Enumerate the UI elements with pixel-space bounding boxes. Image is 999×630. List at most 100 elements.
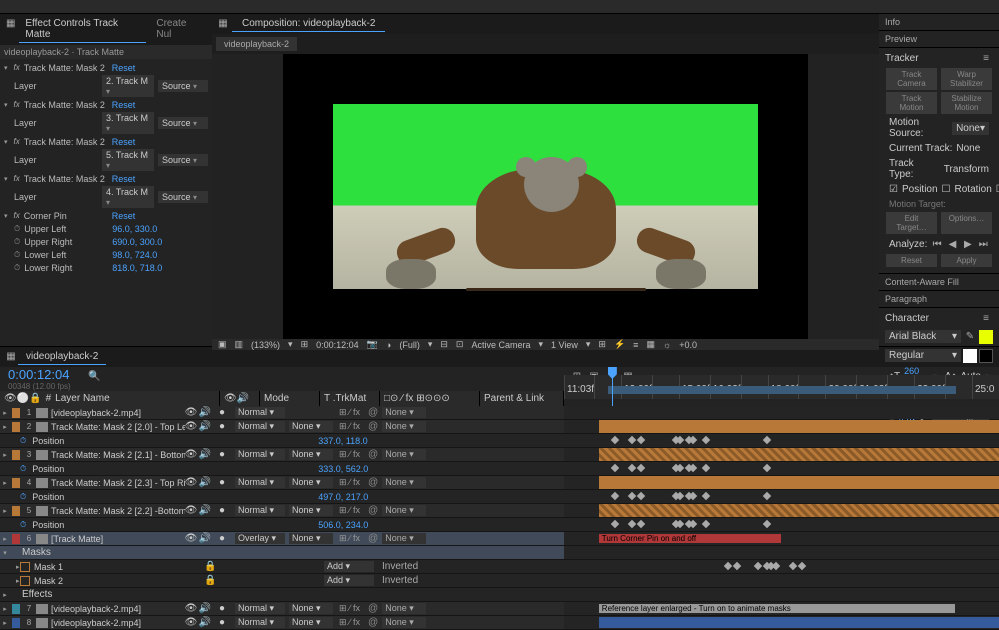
- video-toggle-icon[interactable]: 👁: [185, 617, 197, 629]
- parent-pickwhip-icon[interactable]: @: [368, 505, 378, 516]
- layer-name[interactable]: [videoplayback-2.mp4]: [51, 618, 185, 628]
- twirl-icon[interactable]: ▸: [0, 605, 10, 613]
- twirl-icon[interactable]: ▾: [4, 101, 8, 109]
- twirl-icon[interactable]: ▾: [4, 64, 8, 72]
- lock-toggle-icon[interactable]: ●: [219, 421, 233, 432]
- stopwatch-icon[interactable]: ⏱: [14, 250, 20, 260]
- work-area-bar[interactable]: [608, 386, 956, 394]
- motion-source-dropdown[interactable]: None▾: [952, 122, 989, 135]
- lock-toggle-icon[interactable]: ●: [219, 449, 233, 460]
- tracker-panel-header[interactable]: Tracker: [885, 53, 919, 64]
- effect-name[interactable]: Track Matte: Mask 2 [2.1]: [24, 100, 108, 110]
- audio-toggle-icon[interactable]: 🔊: [199, 407, 211, 419]
- property-value[interactable]: 818.0, 718.0: [112, 263, 162, 273]
- effect-controls-tab[interactable]: Effect Controls Track Matte: [19, 16, 146, 43]
- layer-switches[interactable]: ⊞ ∕ fx: [339, 533, 360, 544]
- video-toggle-icon[interactable]: 👁: [185, 407, 197, 419]
- info-panel-header[interactable]: Info: [879, 14, 999, 31]
- keyframe-icon[interactable]: [637, 492, 645, 500]
- twirl-icon[interactable]: ▸: [0, 619, 10, 627]
- source-dropdown[interactable]: Source ▾: [158, 117, 208, 129]
- zoom-dropdown[interactable]: (133%): [251, 340, 280, 350]
- keyframe-icon[interactable]: [789, 562, 797, 570]
- lock-toggle-icon[interactable]: ●: [219, 603, 233, 614]
- twirl-icon[interactable]: ▸: [0, 507, 10, 515]
- layer-color[interactable]: [12, 422, 20, 432]
- parent-pickwhip-icon[interactable]: @: [368, 407, 378, 418]
- keyframe-icon[interactable]: [724, 562, 732, 570]
- stopwatch-icon[interactable]: ⏱: [14, 224, 20, 234]
- layer-duration-bar[interactable]: [599, 617, 999, 628]
- property-value[interactable]: 96.0, 330.0: [112, 224, 157, 234]
- keyframe-icon[interactable]: [628, 520, 636, 528]
- stopwatch-icon[interactable]: ⏱: [14, 263, 20, 273]
- analyze-step-fwd-icon[interactable]: ▶: [962, 237, 973, 251]
- parent-dropdown[interactable]: None ▾: [382, 505, 426, 516]
- layer-name[interactable]: [videoplayback-2.mp4]: [51, 408, 185, 418]
- stroke-color-swatch[interactable]: [963, 349, 977, 363]
- twirl-icon[interactable]: ▸: [0, 591, 10, 599]
- property-value[interactable]: 98.0, 724.0: [112, 250, 157, 260]
- font-weight-dropdown[interactable]: Regular▾: [885, 349, 961, 362]
- track-matte-dropdown[interactable]: None ▾: [289, 617, 333, 628]
- layer-color[interactable]: [12, 450, 20, 460]
- warp-stabilizer-button[interactable]: Warp Stabilizer: [941, 68, 992, 90]
- edit-target-button[interactable]: Edit Target…: [886, 212, 937, 234]
- track-camera-button[interactable]: Track Camera: [886, 68, 937, 90]
- parent-pickwhip-icon[interactable]: @: [368, 421, 378, 432]
- video-toggle-icon[interactable]: 👁: [185, 603, 197, 615]
- channel-icon[interactable]: ◑: [386, 340, 391, 350]
- layer-color[interactable]: [12, 506, 20, 516]
- eyedropper-icon[interactable]: ✎: [963, 330, 977, 344]
- panel-menu-icon[interactable]: ≡: [979, 51, 993, 65]
- audio-toggle-icon[interactable]: 🔊: [199, 603, 211, 615]
- layer-dropdown[interactable]: 5. Track M ▾: [102, 149, 154, 171]
- layer-name[interactable]: [videoplayback-2.mp4]: [51, 604, 185, 614]
- layer-duration-bar[interactable]: Turn Corner Pin on and off: [599, 534, 782, 543]
- layer-color[interactable]: [12, 534, 20, 544]
- mask-color-icon[interactable]: [20, 576, 30, 586]
- position-checkbox[interactable]: ☑: [889, 184, 898, 195]
- keyframe-icon[interactable]: [637, 520, 645, 528]
- keyframe-icon[interactable]: [628, 464, 636, 472]
- lock-toggle-icon[interactable]: ●: [219, 617, 233, 628]
- audio-toggle-icon[interactable]: 🔊: [199, 449, 211, 461]
- current-time[interactable]: 0:00:12:04: [316, 340, 359, 350]
- toggle-pixel-icon[interactable]: ⊞: [598, 339, 606, 350]
- layer-switches[interactable]: ⊞ ∕ fx: [339, 477, 360, 488]
- create-null-tab[interactable]: Create Nul: [150, 16, 208, 43]
- layer-duration-bar[interactable]: [599, 476, 999, 489]
- zoom-caret-icon[interactable]: ▾: [288, 339, 293, 350]
- keyframe-icon[interactable]: [702, 520, 710, 528]
- blend-mode-dropdown[interactable]: Normal ▾: [235, 421, 285, 432]
- layer-color[interactable]: [12, 478, 20, 488]
- blend-mode-dropdown[interactable]: Normal ▾: [235, 449, 285, 460]
- grid-icon[interactable]: ⊟: [440, 339, 448, 350]
- mask-color-icon[interactable]: [20, 562, 30, 572]
- effect-name[interactable]: Track Matte: Mask 2 [2.3]: [24, 174, 108, 184]
- keyframe-icon[interactable]: [763, 436, 771, 444]
- paragraph-panel-header[interactable]: Paragraph: [879, 291, 999, 308]
- keyframe-icon[interactable]: [637, 436, 645, 444]
- blend-mode-dropdown[interactable]: Normal ▾: [235, 603, 285, 614]
- view-dropdown[interactable]: 1 View: [551, 340, 578, 350]
- content-aware-fill-header[interactable]: Content-Aware Fill: [879, 274, 999, 291]
- exposure-icon[interactable]: ☼: [663, 340, 671, 350]
- parent-dropdown[interactable]: None ▾: [382, 421, 426, 432]
- camera-dropdown[interactable]: Active Camera: [471, 340, 530, 350]
- layer-switches[interactable]: ⊞ ∕ fx: [339, 617, 360, 628]
- parent-dropdown[interactable]: None ▾: [382, 477, 426, 488]
- blend-mode-dropdown[interactable]: Normal ▾: [235, 407, 285, 418]
- parent-pickwhip-icon[interactable]: @: [368, 449, 378, 460]
- layer-dropdown[interactable]: 2. Track M ▾: [102, 75, 154, 97]
- layer-name[interactable]: Track Matte: Mask 2 [2.0] - Top Left: [51, 422, 185, 432]
- layer-switches[interactable]: ⊞ ∕ fx: [339, 421, 360, 432]
- layer-switches[interactable]: ⊞ ∕ fx: [339, 603, 360, 614]
- twirl-icon[interactable]: ▾: [4, 212, 8, 220]
- toggle-alpha-icon[interactable]: ▦: [646, 339, 655, 350]
- effect-name[interactable]: Track Matte: Mask 2 [2.0]: [24, 63, 108, 73]
- layer-dropdown[interactable]: 3. Track M ▾: [102, 112, 154, 134]
- effect-name[interactable]: Corner Pin: [24, 211, 108, 221]
- keyframe-icon[interactable]: [763, 492, 771, 500]
- toggle-transparency-icon[interactable]: ▥: [235, 339, 244, 350]
